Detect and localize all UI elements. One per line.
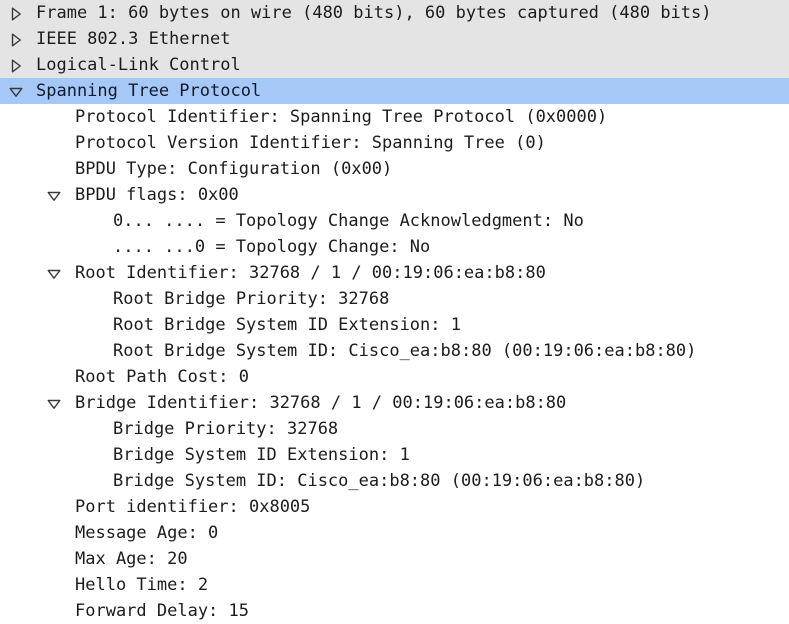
tree-row-label: Hello Time: 2 (75, 575, 209, 595)
tree-row[interactable]: Root Path Cost: 0 (0, 364, 789, 390)
tree-row-label: Frame 1: 60 bytes on wire (480 bits), 60… (36, 3, 712, 23)
triangle-down-icon[interactable] (44, 260, 66, 286)
tree-row-label: Bridge Priority: 32768 (113, 419, 339, 439)
tree-row-label: .... ...0 = Topology Change: No (113, 237, 431, 257)
triangle-down-icon[interactable] (6, 78, 28, 104)
tree-row[interactable]: Root Bridge Priority: 32768 (0, 286, 789, 312)
tree-row[interactable]: Logical-Link Control (0, 52, 789, 78)
tree-row-label: Spanning Tree Protocol (36, 81, 262, 101)
tree-row-label: Root Bridge System ID Extension: 1 (113, 315, 461, 335)
tree-row[interactable]: 0... .... = Topology Change Acknowledgme… (0, 208, 789, 234)
tree-row[interactable]: Bridge System ID Extension: 1 (0, 442, 789, 468)
tree-row-label: Logical-Link Control (36, 55, 241, 75)
tree-row-label: BPDU Type: Configuration (0x00) (75, 159, 393, 179)
tree-row[interactable]: Forward Delay: 15 (0, 598, 789, 624)
tree-row-label: Root Identifier: 32768 / 1 / 00:19:06:ea… (75, 263, 546, 283)
triangle-right-icon[interactable] (6, 0, 28, 26)
tree-row-label: 0... .... = Topology Change Acknowledgme… (113, 211, 584, 231)
tree-row[interactable]: Hello Time: 2 (0, 572, 789, 598)
tree-row-label: Port identifier: 0x8005 (75, 497, 311, 517)
tree-row[interactable]: Bridge System ID: Cisco_ea:b8:80 (00:19:… (0, 468, 789, 494)
tree-row[interactable]: .... ...0 = Topology Change: No (0, 234, 789, 260)
triangle-right-icon[interactable] (6, 26, 28, 52)
tree-row[interactable]: Protocol Identifier: Spanning Tree Proto… (0, 104, 789, 130)
tree-row[interactable]: BPDU Type: Configuration (0x00) (0, 156, 789, 182)
tree-row-label: Root Path Cost: 0 (75, 367, 249, 387)
tree-row-label: Root Bridge System ID: Cisco_ea:b8:80 (0… (113, 341, 697, 361)
triangle-down-icon[interactable] (44, 182, 66, 208)
tree-row[interactable]: Spanning Tree Protocol (0, 78, 789, 104)
tree-row-label: Bridge System ID: Cisco_ea:b8:80 (00:19:… (113, 471, 646, 491)
tree-row-label: Message Age: 0 (75, 523, 219, 543)
tree-row-label: IEEE 802.3 Ethernet (36, 29, 231, 49)
tree-row[interactable]: Frame 1: 60 bytes on wire (480 bits), 60… (0, 0, 789, 26)
packet-details-pane[interactable]: Frame 1: 60 bytes on wire (480 bits), 60… (0, 0, 789, 624)
tree-row-label: Bridge System ID Extension: 1 (113, 445, 410, 465)
tree-row[interactable]: Port identifier: 0x8005 (0, 494, 789, 520)
tree-row[interactable]: Message Age: 0 (0, 520, 789, 546)
tree-row[interactable]: Bridge Priority: 32768 (0, 416, 789, 442)
tree-row-label: Protocol Identifier: Spanning Tree Proto… (75, 107, 608, 127)
tree-row-label: BPDU flags: 0x00 (75, 185, 239, 205)
tree-row[interactable]: Protocol Version Identifier: Spanning Tr… (0, 130, 789, 156)
tree-row-label: Root Bridge Priority: 32768 (113, 289, 390, 309)
triangle-right-icon[interactable] (6, 52, 28, 78)
tree-row[interactable]: Root Bridge System ID: Cisco_ea:b8:80 (0… (0, 338, 789, 364)
tree-row[interactable]: Max Age: 20 (0, 546, 789, 572)
triangle-down-icon[interactable] (44, 390, 66, 416)
tree-row-label: Bridge Identifier: 32768 / 1 / 00:19:06:… (75, 393, 567, 413)
tree-row[interactable]: IEEE 802.3 Ethernet (0, 26, 789, 52)
tree-row[interactable]: BPDU flags: 0x00 (0, 182, 789, 208)
tree-row[interactable]: Bridge Identifier: 32768 / 1 / 00:19:06:… (0, 390, 789, 416)
tree-row[interactable]: Root Bridge System ID Extension: 1 (0, 312, 789, 338)
tree-row-label: Protocol Version Identifier: Spanning Tr… (75, 133, 546, 153)
tree-row-label: Max Age: 20 (75, 549, 188, 569)
tree-row[interactable]: Root Identifier: 32768 / 1 / 00:19:06:ea… (0, 260, 789, 286)
tree-row-label: Forward Delay: 15 (75, 601, 249, 621)
